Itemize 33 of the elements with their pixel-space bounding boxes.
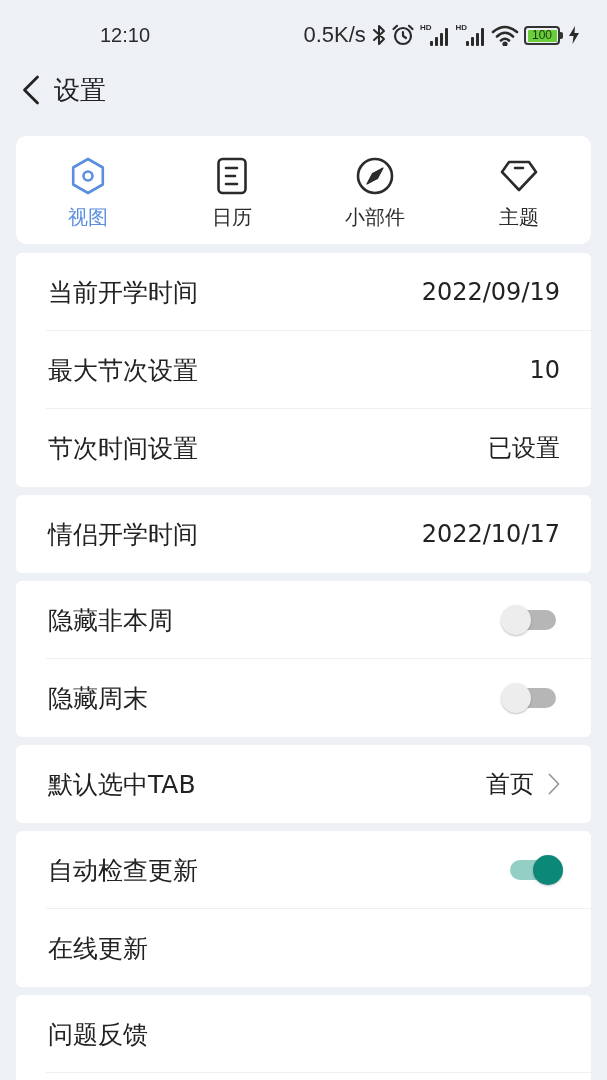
signal-icon — [466, 28, 486, 46]
setting-label[interactable]: 默认选中TAB — [48, 767, 486, 801]
status-time: 12:10 — [100, 23, 151, 47]
compass-icon — [356, 157, 395, 195]
wifi-icon — [491, 24, 519, 46]
chevron-right-icon — [548, 773, 560, 795]
setting-value: 已设置 — [488, 433, 560, 464]
network-type-label: HD — [419, 24, 432, 32]
alarm-clock-icon — [390, 23, 415, 47]
network-type-label: HD — [455, 24, 467, 32]
setting-label[interactable]: 在线更新 — [48, 931, 560, 965]
page-title: 设置 — [54, 73, 106, 107]
setting-label[interactable]: 情侣开学时间 — [48, 517, 422, 551]
setting-label[interactable]: 自动检查更新 — [48, 853, 501, 887]
category-tab[interactable]: 小部件 — [303, 157, 448, 230]
setting-value: 10 — [529, 356, 560, 384]
network-speed: 0.5K/s — [303, 22, 366, 48]
setting-label[interactable]: 问题反馈 — [48, 1017, 560, 1051]
battery-indicator: 100 — [524, 25, 564, 45]
signal-icon — [430, 28, 451, 46]
setting-value: 2022/10/17 — [421, 520, 560, 548]
setting-label[interactable]: 当前开学时间 — [48, 275, 422, 309]
category-tab[interactable]: 日历 — [159, 157, 304, 230]
setting-value: 2022/09/19 — [421, 278, 560, 306]
setting-label[interactable]: 隐藏非本周 — [48, 603, 501, 637]
setting-value: 首页 — [486, 769, 534, 800]
setting-label[interactable]: 隐藏周末 — [48, 681, 501, 715]
back-button[interactable] — [22, 75, 40, 105]
chevron-left-icon — [22, 75, 40, 105]
setting-label[interactable]: 节次时间设置 — [48, 431, 488, 465]
bluetooth-icon — [371, 23, 386, 47]
setting-label[interactable]: 最大节次设置 — [48, 353, 530, 387]
category-tab[interactable]: 主题 — [447, 157, 591, 230]
